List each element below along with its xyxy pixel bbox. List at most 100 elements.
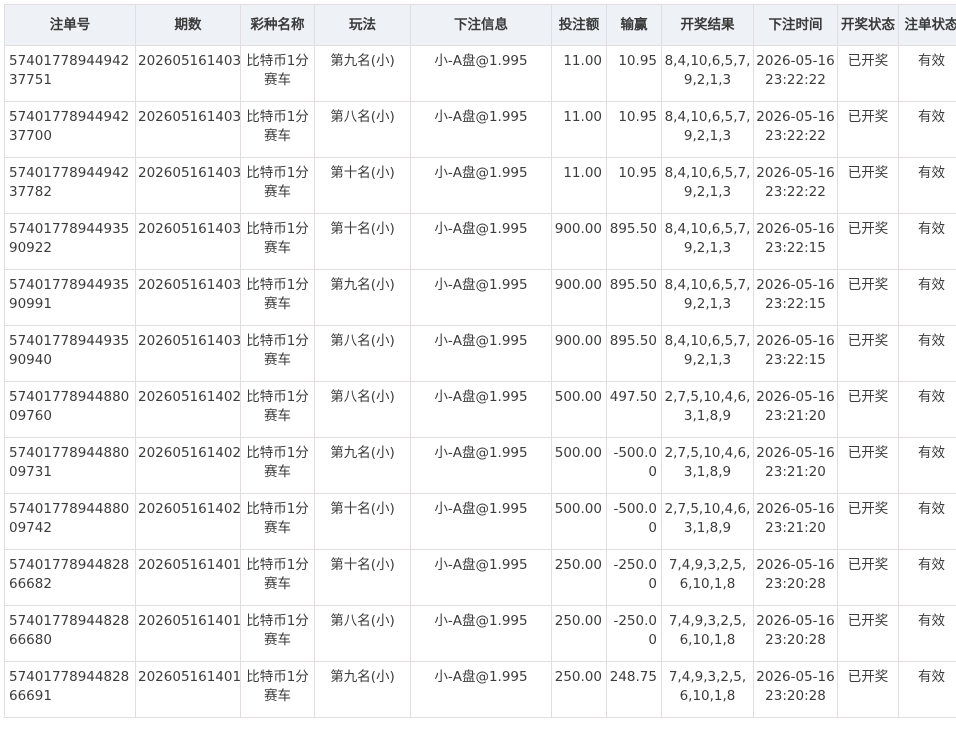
table-row: 5740177894493590991 202605161403 比特币1分赛车 第九…	[4, 269, 956, 326]
bet-time-cell: 2026-05-16 23:21:20	[753, 437, 838, 494]
bet-status-cell: 有效	[898, 101, 956, 158]
bet-id-cell: 5740177894493590940	[4, 325, 136, 382]
issue-cell: 202605161403	[135, 157, 241, 214]
bet-id-cell: 5740177894493590922	[4, 213, 136, 270]
bet-amount-cell: 500.00	[551, 493, 607, 550]
bet-id-cell: 5740177894488009760	[4, 381, 136, 438]
bet-status-cell: 有效	[898, 157, 956, 214]
win-loss-cell: -250.00	[606, 549, 662, 606]
lottery-name-cell: 比特币1分赛车	[240, 605, 315, 662]
lottery-name-cell: 比特币1分赛车	[240, 661, 315, 718]
header-bet-amount: 投注额	[551, 4, 607, 46]
bet-amount-cell: 250.00	[551, 661, 607, 718]
play-type-cell: 第十名(小)	[314, 493, 411, 550]
draw-status-cell: 已开奖	[837, 157, 899, 214]
table-body: 5740177894494237751 202605161403 比特币1分赛车 第九…	[4, 45, 956, 718]
header-win-loss: 输赢	[606, 4, 662, 46]
bet-id-cell: 5740177894494237751	[4, 45, 136, 102]
bet-amount-cell: 250.00	[551, 549, 607, 606]
lottery-name-cell: 比特币1分赛车	[240, 269, 315, 326]
bet-info-cell: 小-A盘@1.995	[410, 381, 552, 438]
play-type-cell: 第八名(小)	[314, 605, 411, 662]
draw-status-cell: 已开奖	[837, 493, 899, 550]
win-loss-cell: -500.00	[606, 493, 662, 550]
bet-info-cell: 小-A盘@1.995	[410, 269, 552, 326]
table-row: 5740177894482866682 202605161401 比特币1分赛车 第十…	[4, 549, 956, 606]
bet-status-cell: 有效	[898, 661, 956, 718]
draw-result-cell: 7,4,9,3,2,5,6,10,1,8	[661, 549, 754, 606]
table-row: 5740177894494237700 202605161403 比特币1分赛车 第八…	[4, 101, 956, 158]
bet-status-cell: 有效	[898, 493, 956, 550]
win-loss-cell: 895.50	[606, 213, 662, 270]
draw-result-cell: 8,4,10,6,5,7,9,2,1,3	[661, 45, 754, 102]
draw-status-cell: 已开奖	[837, 437, 899, 494]
bet-amount-cell: 900.00	[551, 213, 607, 270]
bet-id-cell: 5740177894482866682	[4, 549, 136, 606]
bet-id-cell: 5740177894494237782	[4, 157, 136, 214]
draw-status-cell: 已开奖	[837, 549, 899, 606]
bet-info-cell: 小-A盘@1.995	[410, 493, 552, 550]
bet-status-cell: 有效	[898, 381, 956, 438]
win-loss-cell: 10.95	[606, 45, 662, 102]
issue-cell: 202605161401	[135, 661, 241, 718]
draw-status-cell: 已开奖	[837, 213, 899, 270]
lottery-name-cell: 比特币1分赛车	[240, 45, 315, 102]
bet-id-cell: 5740177894482866680	[4, 605, 136, 662]
issue-cell: 202605161403	[135, 213, 241, 270]
lottery-name-cell: 比特币1分赛车	[240, 325, 315, 382]
bet-status-cell: 有效	[898, 605, 956, 662]
bet-time-cell: 2026-05-16 23:22:22	[753, 45, 838, 102]
lottery-name-cell: 比特币1分赛车	[240, 493, 315, 550]
issue-cell: 202605161402	[135, 493, 241, 550]
bet-time-cell: 2026-05-16 23:22:15	[753, 325, 838, 382]
table-row: 5740177894493590922 202605161403 比特币1分赛车 第十…	[4, 213, 956, 270]
bet-time-cell: 2026-05-16 23:22:22	[753, 101, 838, 158]
lottery-name-cell: 比特币1分赛车	[240, 213, 315, 270]
play-type-cell: 第十名(小)	[314, 157, 411, 214]
bet-amount-cell: 250.00	[551, 605, 607, 662]
issue-cell: 202605161402	[135, 381, 241, 438]
draw-result-cell: 8,4,10,6,5,7,9,2,1,3	[661, 101, 754, 158]
bet-info-cell: 小-A盘@1.995	[410, 101, 552, 158]
header-play-type: 玩法	[314, 4, 411, 46]
bet-info-cell: 小-A盘@1.995	[410, 157, 552, 214]
bet-status-cell: 有效	[898, 45, 956, 102]
bet-info-cell: 小-A盘@1.995	[410, 213, 552, 270]
play-type-cell: 第十名(小)	[314, 213, 411, 270]
draw-status-cell: 已开奖	[837, 661, 899, 718]
bet-time-cell: 2026-05-16 23:20:28	[753, 605, 838, 662]
bet-id-cell: 5740177894493590991	[4, 269, 136, 326]
issue-cell: 202605161403	[135, 45, 241, 102]
draw-status-cell: 已开奖	[837, 325, 899, 382]
issue-cell: 202605161403	[135, 101, 241, 158]
win-loss-cell: 248.75	[606, 661, 662, 718]
issue-cell: 202605161403	[135, 269, 241, 326]
bet-amount-cell: 11.00	[551, 45, 607, 102]
win-loss-cell: 895.50	[606, 269, 662, 326]
issue-cell: 202605161401	[135, 549, 241, 606]
win-loss-cell: 497.50	[606, 381, 662, 438]
draw-result-cell: 2,7,5,10,4,6,3,1,8,9	[661, 381, 754, 438]
win-loss-cell: 10.95	[606, 157, 662, 214]
bet-info-cell: 小-A盘@1.995	[410, 437, 552, 494]
play-type-cell: 第九名(小)	[314, 269, 411, 326]
lottery-name-cell: 比特币1分赛车	[240, 437, 315, 494]
play-type-cell: 第八名(小)	[314, 381, 411, 438]
play-type-cell: 第九名(小)	[314, 661, 411, 718]
bet-time-cell: 2026-05-16 23:21:20	[753, 493, 838, 550]
draw-result-cell: 2,7,5,10,4,6,3,1,8,9	[661, 493, 754, 550]
table-row: 5740177894482866691 202605161401 比特币1分赛车 第九…	[4, 661, 956, 718]
header-bet-id: 注单号	[4, 4, 136, 46]
bet-info-cell: 小-A盘@1.995	[410, 325, 552, 382]
lottery-name-cell: 比特币1分赛车	[240, 101, 315, 158]
header-bet-status: 注单状态	[898, 4, 956, 46]
draw-status-cell: 已开奖	[837, 269, 899, 326]
draw-result-cell: 8,4,10,6,5,7,9,2,1,3	[661, 269, 754, 326]
play-type-cell: 第十名(小)	[314, 549, 411, 606]
play-type-cell: 第九名(小)	[314, 45, 411, 102]
draw-result-cell: 7,4,9,3,2,5,6,10,1,8	[661, 605, 754, 662]
bet-id-cell: 5740177894494237700	[4, 101, 136, 158]
table-row: 5740177894488009742 202605161402 比特币1分赛车 第十…	[4, 493, 956, 550]
header-issue: 期数	[135, 4, 241, 46]
draw-status-cell: 已开奖	[837, 101, 899, 158]
